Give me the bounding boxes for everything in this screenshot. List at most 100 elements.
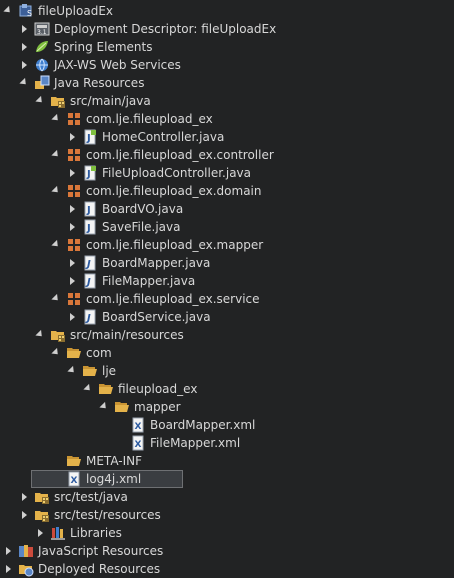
collapsed-arrow-icon[interactable] [66, 308, 78, 326]
tree-item-label: BoardMapper.xml [150, 418, 256, 432]
tree-item-com-lje-fileupload-ex[interactable]: com.lje.fileupload_ex [0, 110, 454, 128]
tree-item-src-test-resources[interactable]: src/test/resources [0, 506, 454, 524]
tree-item-label: BoardMapper.java [102, 256, 211, 270]
tree-item-label: SaveFile.java [102, 220, 181, 234]
tree-item-com[interactable]: com [0, 344, 454, 362]
project-explorer-tree: SfileUploadEx 3.1 Deployment Descriptor: f… [0, 2, 454, 578]
tree-item-fileuploadcontroller-java[interactable]: J FileUploadController.java [0, 164, 454, 182]
collapsed-arrow-icon[interactable] [18, 488, 30, 506]
tree-item-spring-elements[interactable]: Spring Elements [0, 38, 454, 56]
web-services-icon [34, 57, 50, 73]
package-icon [66, 183, 82, 199]
collapsed-arrow-icon[interactable] [66, 218, 78, 236]
tree-item-filemapper-java[interactable]: J FileMapper.java [0, 272, 454, 290]
tree-item-label: Libraries [70, 526, 122, 540]
tree-item-deployment-descriptor-fileuploadex[interactable]: 3.1 Deployment Descriptor: fileUploadEx [0, 20, 454, 38]
tree-item-label: com.lje.fileupload_ex.mapper [86, 238, 264, 252]
collapsed-arrow-icon[interactable] [66, 200, 78, 218]
collapsed-arrow-icon[interactable] [66, 254, 78, 272]
tree-item-label: com.lje.fileupload_ex.domain [86, 184, 262, 198]
tree-item-label: src/main/java [70, 94, 151, 108]
tree-item-filemapper-xml[interactable]: X FileMapper.xml [0, 434, 454, 452]
collapsed-arrow-icon[interactable] [18, 38, 30, 56]
folder-open-icon [98, 381, 114, 397]
xml-file-icon: X [130, 417, 146, 433]
expanded-arrow-icon[interactable] [2, 2, 14, 20]
expanded-arrow-icon[interactable] [82, 380, 94, 398]
tree-item-label: Deployment Descriptor: fileUploadEx [54, 22, 277, 36]
tree-item-java-resources[interactable]: Java Resources [0, 74, 454, 92]
tree-item-com-lje-fileupload-ex-controller[interactable]: com.lje.fileupload_ex.controller [0, 146, 454, 164]
svg-text:J: J [86, 169, 91, 180]
tree-item-label: lje [102, 364, 117, 378]
tree-item-homecontroller-java[interactable]: J HomeController.java [0, 128, 454, 146]
svg-text:X: X [135, 440, 142, 450]
collapsed-arrow-icon[interactable] [34, 524, 46, 542]
tree-item-deployed-resources[interactable]: Deployed Resources [0, 560, 454, 578]
collapsed-arrow-icon[interactable] [66, 128, 78, 146]
source-folder-icon [50, 93, 66, 109]
tree-item-lje[interactable]: lje [0, 362, 454, 380]
svg-text:J: J [86, 205, 91, 216]
tree-item-javascript-resources[interactable]: JavaScript Resources [0, 542, 454, 560]
collapsed-arrow-icon[interactable] [18, 20, 30, 38]
folder-open-icon [66, 453, 82, 469]
expanded-arrow-icon[interactable] [34, 326, 46, 344]
tree-item-jax-ws-web-services[interactable]: JAX-WS Web Services [0, 56, 454, 74]
tree-item-mapper[interactable]: mapper [0, 398, 454, 416]
expanded-arrow-icon[interactable] [66, 362, 78, 380]
tree-item-fileupload-ex[interactable]: fileupload_ex [0, 380, 454, 398]
folder-open-icon [114, 399, 130, 415]
java-interface-file-icon: J [82, 309, 98, 325]
expanded-arrow-icon[interactable] [18, 74, 30, 92]
svg-text:J: J [86, 223, 91, 234]
collapsed-arrow-icon[interactable] [66, 272, 78, 290]
expanded-arrow-icon[interactable] [50, 290, 62, 308]
tree-item-boardvo-java[interactable]: J BoardVO.java [0, 200, 454, 218]
xml-file-icon: X [66, 471, 82, 487]
collapsed-arrow-icon[interactable] [66, 164, 78, 182]
tree-item-label: FileMapper.xml [150, 436, 241, 450]
collapsed-arrow-icon[interactable] [18, 56, 30, 74]
tree-item-com-lje-fileupload-ex-mapper[interactable]: com.lje.fileupload_ex.mapper [0, 236, 454, 254]
tree-item-boardmapper-xml[interactable]: X BoardMapper.xml [0, 416, 454, 434]
tree-item-boardmapper-java[interactable]: J BoardMapper.java [0, 254, 454, 272]
tree-item-savefile-java[interactable]: J SaveFile.java [0, 218, 454, 236]
tree-item-label: Spring Elements [54, 40, 153, 54]
spring-leaf-icon [34, 39, 50, 55]
tree-item-log4j-xml[interactable]: Xlog4j.xml [31, 470, 183, 488]
tree-item-src-main-resources[interactable]: src/main/resources [0, 326, 454, 344]
package-icon [66, 147, 82, 163]
tree-item-label: com.lje.fileupload_ex.service [86, 292, 260, 306]
tree-item-boardservice-java[interactable]: J BoardService.java [0, 308, 454, 326]
tree-item-fileuploadex[interactable]: SfileUploadEx [0, 2, 454, 20]
expanded-arrow-icon[interactable] [50, 344, 62, 362]
tree-item-label: FileUploadController.java [102, 166, 252, 180]
tree-item-libraries[interactable]: Libraries [0, 524, 454, 542]
collapsed-arrow-icon[interactable] [2, 560, 14, 578]
expanded-arrow-icon[interactable] [50, 182, 62, 200]
spring-java-file-icon: J [82, 129, 98, 145]
collapsed-arrow-icon[interactable] [18, 506, 30, 524]
tree-item-label: FileMapper.java [102, 274, 196, 288]
expanded-arrow-icon[interactable] [98, 398, 110, 416]
svg-text:S: S [27, 9, 32, 18]
tree-item-label: fileUploadEx [38, 4, 114, 18]
tree-item-meta-inf[interactable]: META-INF [0, 452, 454, 470]
expanded-arrow-icon[interactable] [50, 110, 62, 128]
tree-item-com-lje-fileupload-ex-service[interactable]: com.lje.fileupload_ex.service [0, 290, 454, 308]
tree-item-src-test-java[interactable]: src/test/java [0, 488, 454, 506]
expanded-arrow-icon[interactable] [50, 236, 62, 254]
tree-item-label: BoardVO.java [102, 202, 184, 216]
collapsed-arrow-icon[interactable] [2, 542, 14, 560]
javascript-resources-icon [18, 543, 34, 559]
tree-item-label: mapper [134, 400, 181, 414]
expanded-arrow-icon[interactable] [34, 92, 46, 110]
expanded-arrow-icon[interactable] [50, 146, 62, 164]
package-icon [66, 237, 82, 253]
tree-item-com-lje-fileupload-ex-domain[interactable]: com.lje.fileupload_ex.domain [0, 182, 454, 200]
tree-item-label: HomeController.java [102, 130, 225, 144]
tree-item-src-main-java[interactable]: src/main/java [0, 92, 454, 110]
